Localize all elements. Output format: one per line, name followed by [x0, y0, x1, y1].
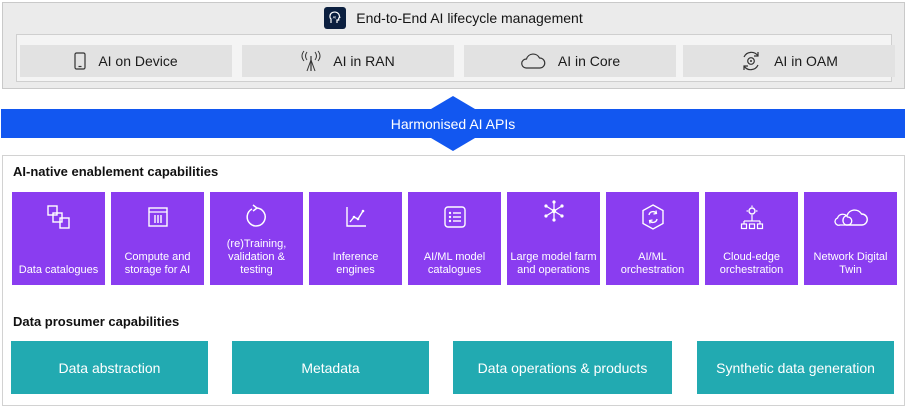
tile-synthetic-data[interactable]: Synthetic data generation — [697, 341, 894, 394]
inference-chart-icon — [345, 207, 366, 227]
tile-model-catalogues[interactable]: AI/ML model catalogues — [408, 192, 501, 285]
tile-label: (re)Training, validation & testing — [226, 238, 287, 276]
harmonised-api-band: Harmonised AI APIs — [1, 109, 905, 138]
tile-label: AI/ML orchestration — [620, 251, 685, 276]
tile-ai-in-ran[interactable]: AI in RAN — [242, 45, 454, 77]
retraining-icon — [245, 204, 266, 227]
tile-compute-storage[interactable]: Compute and storage for AI — [111, 192, 204, 285]
tile-label: AI in RAN — [333, 53, 395, 69]
gear-cycle-icon — [743, 51, 759, 71]
enablement-title: AI-native enablement capabilities — [13, 164, 219, 179]
data-catalogue-icon — [46, 205, 70, 229]
tile-data-abstraction[interactable]: Data abstraction — [11, 341, 208, 394]
tile-label: Inference engines — [332, 251, 379, 276]
tile-data-operations[interactable]: Data operations & products — [453, 341, 672, 394]
cloud-edge-icon — [740, 205, 763, 230]
tile-label: Data abstraction — [58, 359, 161, 376]
tile-label: Compute and storage for AI — [124, 251, 191, 276]
model-list-icon — [443, 206, 466, 228]
tile-label: Network Digital Twin — [813, 251, 888, 276]
tile-ai-in-core[interactable]: AI in Core — [464, 45, 676, 77]
antenna-icon — [301, 50, 321, 72]
tile-large-model-farm[interactable]: Large model farm and operations — [507, 192, 600, 285]
tile-label: AI/ML model catalogues — [423, 251, 486, 276]
tile-inference-engines[interactable]: Inference engines — [309, 192, 402, 285]
cloud-icon — [521, 53, 546, 69]
ai-head-icon: AI — [324, 7, 347, 29]
tile-aiml-orchestration[interactable]: AI/ML orchestration — [606, 192, 699, 285]
svg-text:AI: AI — [333, 14, 337, 19]
tile-label: Data catalogues — [18, 264, 99, 276]
tile-label: AI in Core — [557, 53, 621, 69]
smartphone-icon — [74, 52, 86, 70]
arrow-down-icon — [431, 138, 475, 151]
tile-data-catalogues[interactable]: Data catalogues — [12, 192, 105, 285]
orchestration-icon — [641, 204, 664, 230]
tile-metadata[interactable]: Metadata — [232, 341, 429, 394]
compute-storage-icon — [147, 207, 168, 227]
tile-network-digital-twin[interactable]: Network Digital Twin — [804, 192, 897, 285]
tile-retraining[interactable]: (re)Training, validation & testing — [210, 192, 303, 285]
api-label: Harmonised AI APIs — [390, 115, 516, 132]
tile-label: Cloud-edge orchestration — [719, 251, 784, 276]
tile-cloud-edge-orchestration[interactable]: Cloud-edge orchestration — [705, 192, 798, 285]
tile-label: AI on Device — [98, 53, 178, 69]
capabilities-panel: AI-native enablement capabilities Data c… — [2, 155, 905, 406]
tile-label: Metadata — [301, 359, 360, 376]
tile-label: AI in OAM — [774, 53, 838, 69]
tile-label: Synthetic data generation — [716, 359, 875, 376]
lifecycle-title: End-to-End AI lifecycle management — [356, 10, 583, 26]
tile-ai-in-oam[interactable]: AI in OAM — [683, 45, 895, 77]
prosumer-title: Data prosumer capabilities — [13, 314, 180, 329]
tile-label: Data operations & products — [477, 359, 648, 376]
lifecycle-panel: AI End-to-End AI lifecycle management AI… — [2, 2, 905, 89]
lifecycle-domains: AI on Device AI in RAN AI in Core AI in … — [16, 34, 895, 82]
tile-label: Large model farm and operations — [510, 251, 597, 276]
digital-twin-cloud-icon — [833, 209, 868, 226]
lifecycle-header: AI End-to-End AI lifecycle management — [3, 3, 904, 33]
arrow-up-icon — [431, 96, 475, 109]
tile-ai-on-device[interactable]: AI on Device — [20, 45, 232, 77]
network-nodes-icon — [543, 200, 564, 222]
